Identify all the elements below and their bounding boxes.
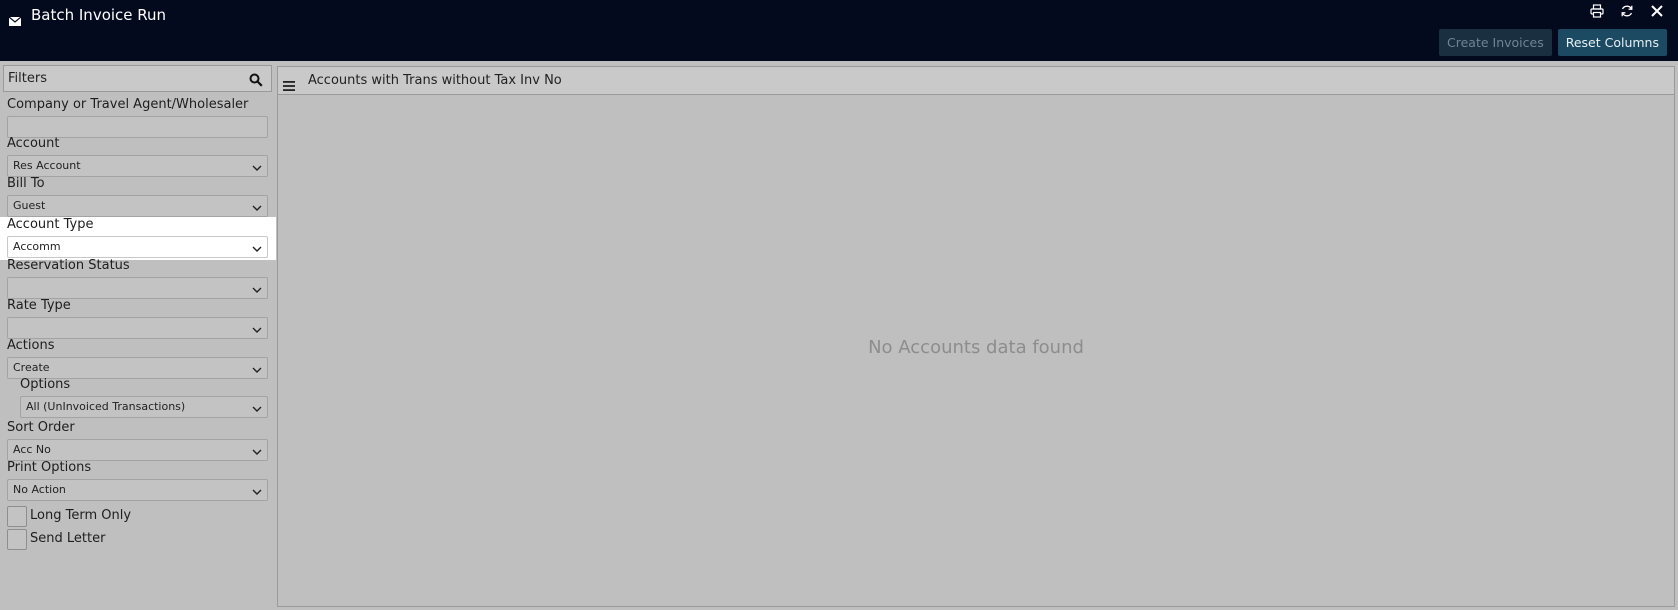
chevron-down-icon [252,486,262,495]
chevron-down-icon [252,162,262,171]
empty-state-message: No Accounts data found [868,337,1084,358]
grid-header: Accounts with Trans without Tax Inv No [278,67,1674,95]
rate-type-label: Rate Type [7,298,71,313]
account-type-label: Account Type [7,217,94,232]
chevron-down-icon [252,284,262,293]
window-title-group: Batch Invoice Run [8,4,167,26]
sort-order-select-value: Acc No [13,443,51,456]
filters-panel: Filters Company or Travel Agent/Wholesal… [0,61,276,610]
actions-select-value: Create [13,361,50,374]
sort-order-select[interactable]: Acc No [7,439,268,461]
long-term-only-label: Long Term Only [30,508,132,523]
chevron-down-icon [252,364,262,373]
close-icon[interactable] [1650,3,1664,17]
long-term-only-checkbox[interactable] [7,506,27,527]
chevron-down-icon [252,243,262,252]
print-icon[interactable] [1590,3,1604,18]
title-bar: Batch Invoice Run Create Invoices Reset … [0,0,1678,61]
refresh-icon[interactable] [1620,3,1634,17]
toolbar: Create Invoices Reset Columns [1439,29,1667,56]
search-icon[interactable] [249,72,263,87]
account-type-select-value: Accomm [13,240,61,253]
rate-type-select[interactable] [7,317,268,339]
company-label: Company or Travel Agent/Wholesaler [7,97,249,112]
chevron-down-icon [252,403,262,412]
hamburger-menu-icon[interactable] [283,76,295,91]
grid-title: Accounts with Trans without Tax Inv No [308,73,562,88]
chevron-down-icon [252,324,262,333]
account-label: Account [7,136,60,151]
account-type-highlight: Account Type Accomm [0,217,276,260]
window-controls [1590,3,1664,18]
account-select-value: Res Account [13,159,81,172]
chevron-down-icon [252,446,262,455]
reservation-status-label: Reservation Status [7,258,130,273]
bill-to-label: Bill To [7,176,45,191]
reset-columns-button[interactable]: Reset Columns [1557,29,1667,56]
actions-label: Actions [7,338,55,353]
print-options-label: Print Options [7,460,92,475]
account-select[interactable]: Res Account [7,155,268,177]
options-select[interactable]: All (UnInvoiced Transactions) [20,396,268,418]
actions-select[interactable]: Create [7,357,268,379]
bill-to-select[interactable]: Guest [7,195,268,217]
company-input[interactable] [7,116,268,138]
print-options-select-value: No Action [13,483,66,496]
bill-to-select-value: Guest [13,199,46,212]
send-letter-checkbox[interactable] [7,529,27,550]
options-select-value: All (UnInvoiced Transactions) [26,400,186,413]
accounts-grid: Accounts with Trans without Tax Inv No N… [277,66,1675,607]
filters-header: Filters [3,65,272,92]
mail-icon [8,11,22,26]
account-type-select[interactable]: Accomm [7,236,268,258]
chevron-down-icon [252,202,262,211]
window-title: Batch Invoice Run [31,6,167,24]
sort-order-label: Sort Order [7,420,75,435]
filters-title: Filters [8,71,47,86]
print-options-select[interactable]: No Action [7,479,268,501]
send-letter-label: Send Letter [30,531,106,546]
reservation-status-select[interactable] [7,277,268,299]
options-label: Options [20,377,71,392]
create-invoices-button[interactable]: Create Invoices [1439,29,1552,56]
